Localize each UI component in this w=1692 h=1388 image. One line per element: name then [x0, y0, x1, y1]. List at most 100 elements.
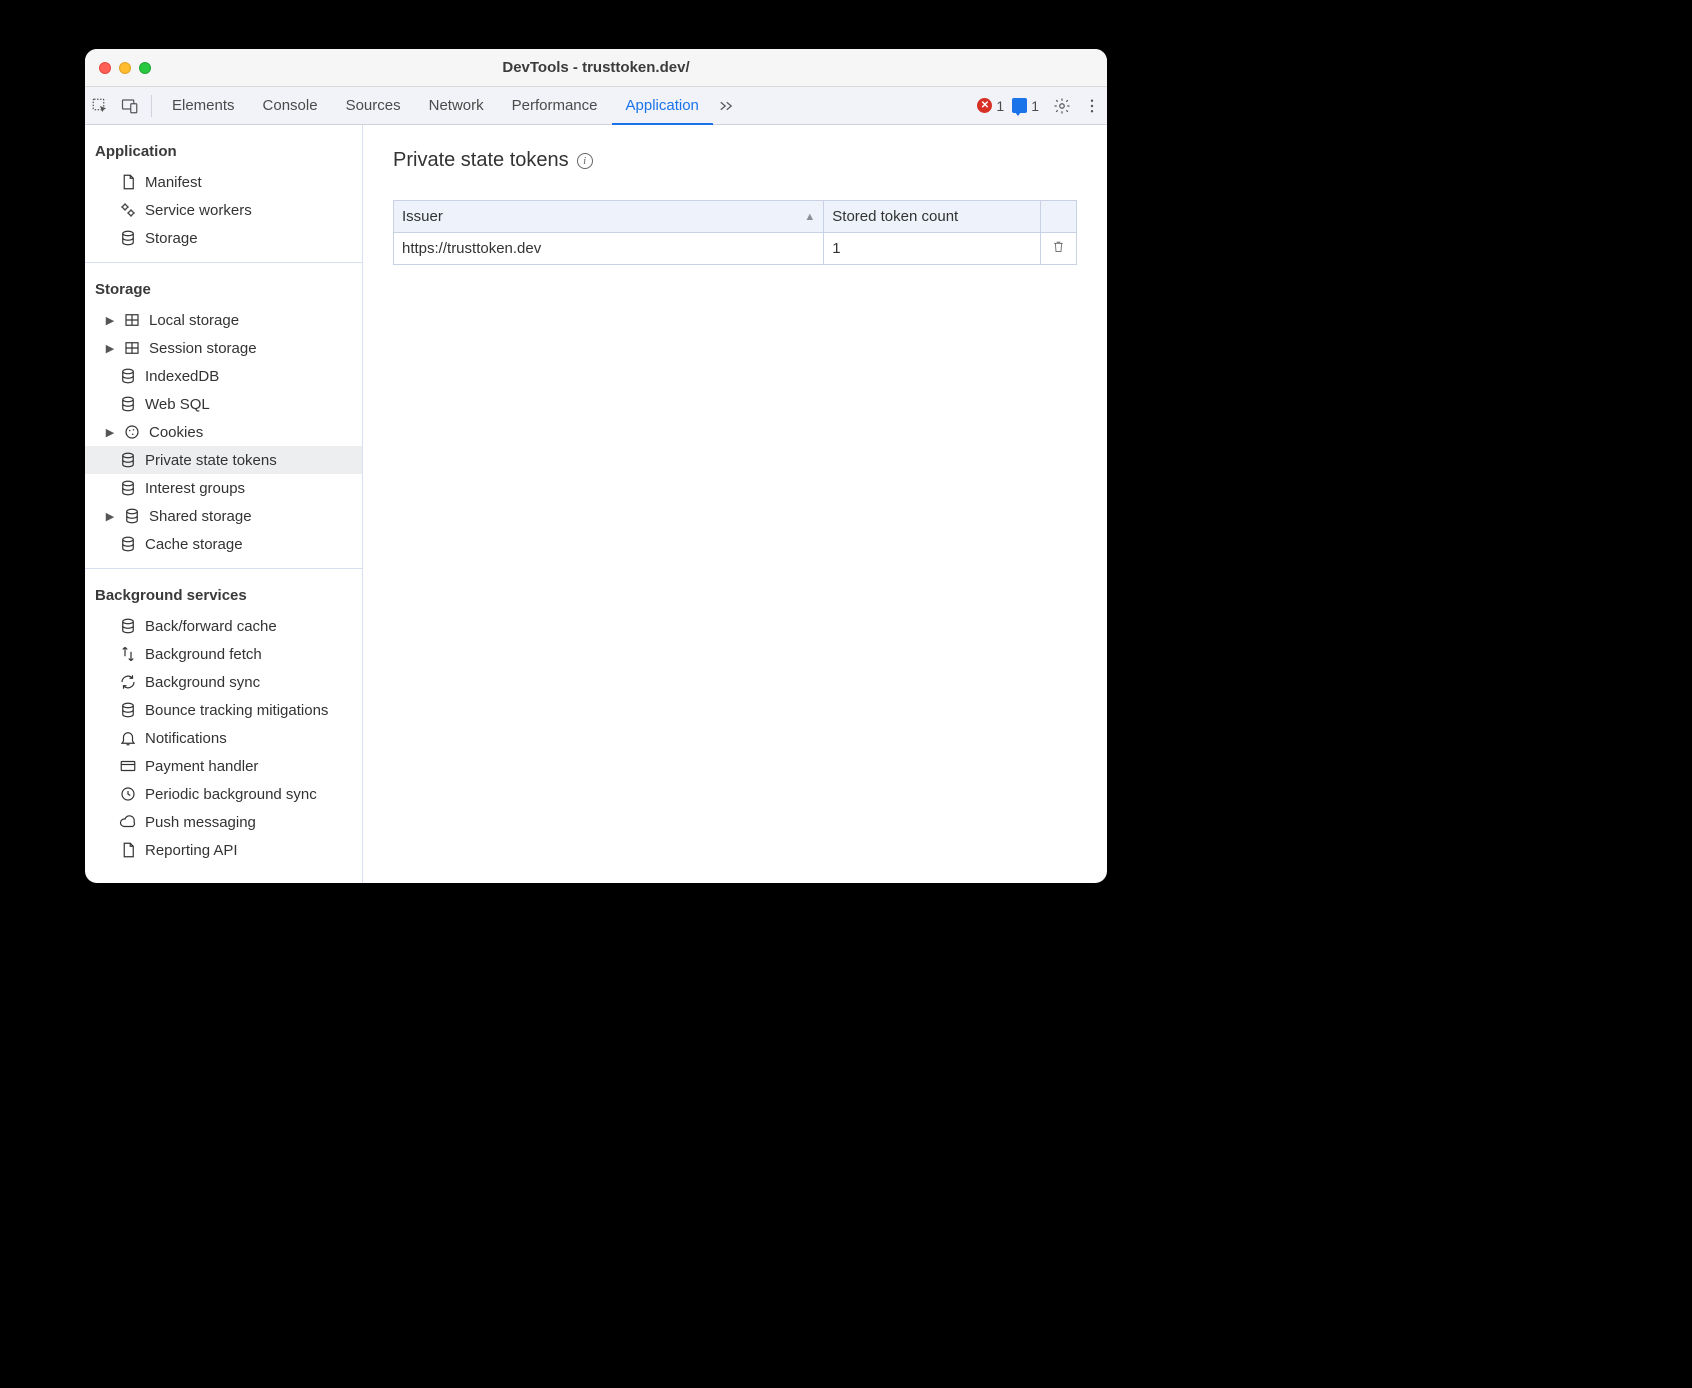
sidebar-item-push-messaging[interactable]: Push messaging [85, 808, 362, 836]
document-icon [119, 173, 137, 191]
sidebar-item-label: Push messaging [145, 814, 256, 831]
more-options-icon[interactable] [1077, 91, 1107, 121]
tab-console[interactable]: Console [249, 87, 332, 124]
section-application: Application [85, 125, 362, 168]
col-header-label: Issuer [402, 208, 443, 225]
more-tabs-icon[interactable] [713, 91, 739, 121]
inspect-element-icon[interactable] [85, 91, 115, 121]
sidebar-item-cookies[interactable]: ▶ Cookies [85, 418, 362, 446]
sidebar-item-session-storage[interactable]: ▶ Session storage [85, 334, 362, 362]
sidebar-item-service-workers[interactable]: Service workers [85, 196, 362, 224]
device-toolbar-icon[interactable] [115, 91, 145, 121]
sidebar-item-label: Interest groups [145, 480, 245, 497]
expand-arrow-icon[interactable]: ▶ [105, 314, 115, 327]
sidebar-item-shared-storage[interactable]: ▶ Shared storage [85, 502, 362, 530]
database-icon [119, 367, 137, 385]
sidebar-item-storage[interactable]: Storage [85, 224, 362, 252]
devtools-window: DevTools - trusttoken.dev/ Elements Cons… [85, 49, 1107, 883]
credit-card-icon [119, 757, 137, 775]
sidebar-item-label: Bounce tracking mitigations [145, 702, 328, 719]
sidebar-item-periodic-sync[interactable]: Periodic background sync [85, 780, 362, 808]
toolbar-divider [151, 95, 152, 117]
maximize-window-button[interactable] [139, 62, 151, 74]
delete-row-button[interactable] [1041, 233, 1077, 265]
expand-arrow-icon[interactable]: ▶ [105, 342, 115, 355]
database-icon [119, 479, 137, 497]
table-icon [123, 311, 141, 329]
col-token-count[interactable]: Stored token count [824, 201, 1041, 233]
sidebar-item-manifest[interactable]: Manifest [85, 168, 362, 196]
sidebar-item-label: Web SQL [145, 396, 210, 413]
cell-count: 1 [824, 233, 1041, 265]
application-sidebar: Application Manifest Service workers Sto… [85, 125, 363, 883]
sidebar-item-label: Session storage [149, 340, 257, 357]
message-count-badge[interactable]: 1 [1012, 98, 1039, 114]
sidebar-item-label: Cookies [149, 424, 203, 441]
settings-icon[interactable] [1047, 91, 1077, 121]
database-icon [123, 507, 141, 525]
sidebar-item-label: Service workers [145, 202, 252, 219]
database-icon [119, 701, 137, 719]
window-titlebar: DevTools - trusttoken.dev/ [85, 49, 1107, 87]
sidebar-item-cache-storage[interactable]: Cache storage [85, 530, 362, 558]
error-count: 1 [996, 98, 1004, 114]
sidebar-item-label: Manifest [145, 174, 202, 191]
section-background-services: Background services [85, 569, 362, 612]
sidebar-item-label: Local storage [149, 312, 239, 329]
section-storage: Storage [85, 263, 362, 306]
database-icon [119, 451, 137, 469]
info-icon[interactable]: i [577, 153, 593, 169]
sidebar-item-payment-handler[interactable]: Payment handler [85, 752, 362, 780]
trash-icon [1051, 239, 1066, 254]
sidebar-item-reporting-api[interactable]: Reporting API [85, 836, 362, 864]
tab-sources[interactable]: Sources [332, 87, 415, 124]
sidebar-item-label: Notifications [145, 730, 227, 747]
col-header-label: Stored token count [832, 208, 958, 225]
window-title: DevTools - trusttoken.dev/ [85, 59, 1107, 76]
message-count: 1 [1031, 98, 1039, 114]
sort-asc-icon: ▲ [804, 211, 815, 223]
tab-elements[interactable]: Elements [158, 87, 249, 124]
sidebar-item-websql[interactable]: Web SQL [85, 390, 362, 418]
bell-icon [119, 729, 137, 747]
col-issuer[interactable]: Issuer ▲ [394, 201, 824, 233]
sidebar-item-label: Shared storage [149, 508, 252, 525]
cookie-icon [123, 423, 141, 441]
window-controls [85, 62, 151, 74]
cloud-icon [119, 813, 137, 831]
document-icon [119, 841, 137, 859]
sidebar-item-background-fetch[interactable]: Background fetch [85, 640, 362, 668]
sidebar-item-private-state-tokens[interactable]: Private state tokens [85, 446, 362, 474]
table-row[interactable]: https://trusttoken.dev 1 [394, 233, 1077, 265]
background-services-list: Back/forward cache Background fetch Back… [85, 612, 362, 864]
table-icon [123, 339, 141, 357]
sidebar-item-label: Background fetch [145, 646, 262, 663]
transfer-icon [119, 645, 137, 663]
col-actions [1041, 201, 1077, 233]
sidebar-item-interest-groups[interactable]: Interest groups [85, 474, 362, 502]
sidebar-item-background-sync[interactable]: Background sync [85, 668, 362, 696]
tab-application[interactable]: Application [612, 88, 713, 125]
sidebar-item-bounce-tracking[interactable]: Bounce tracking mitigations [85, 696, 362, 724]
database-icon [119, 617, 137, 635]
panel-title: Private state tokens [393, 149, 569, 172]
sidebar-item-indexeddb[interactable]: IndexedDB [85, 362, 362, 390]
tab-performance[interactable]: Performance [498, 87, 612, 124]
expand-arrow-icon[interactable]: ▶ [105, 510, 115, 523]
main-content: Private state tokens i Issuer ▲ Stored t… [363, 125, 1107, 883]
sidebar-item-notifications[interactable]: Notifications [85, 724, 362, 752]
sync-icon [119, 673, 137, 691]
sidebar-item-local-storage[interactable]: ▶ Local storage [85, 306, 362, 334]
storage-list: ▶ Local storage ▶ Session storage Indexe… [85, 306, 362, 558]
error-count-badge[interactable]: ✕ 1 [977, 98, 1004, 114]
minimize-window-button[interactable] [119, 62, 131, 74]
cell-issuer: https://trusttoken.dev [394, 233, 824, 265]
close-window-button[interactable] [99, 62, 111, 74]
application-list: Manifest Service workers Storage [85, 168, 362, 252]
tab-network[interactable]: Network [415, 87, 498, 124]
sidebar-item-label: IndexedDB [145, 368, 219, 385]
sidebar-item-bf-cache[interactable]: Back/forward cache [85, 612, 362, 640]
sidebar-item-label: Background sync [145, 674, 260, 691]
expand-arrow-icon[interactable]: ▶ [105, 426, 115, 439]
sidebar-item-label: Periodic background sync [145, 786, 317, 803]
